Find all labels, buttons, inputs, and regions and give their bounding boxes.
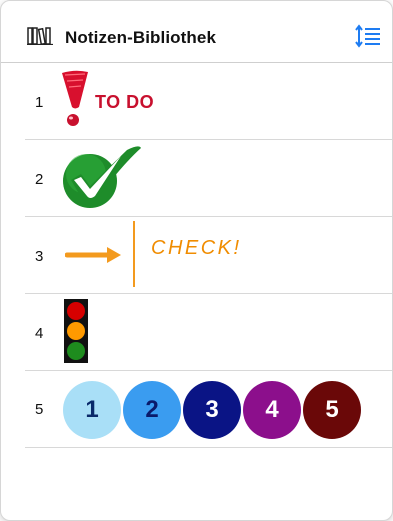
sort-list-icon[interactable] [355,23,381,49]
check-label: CHECK! [151,237,242,259]
row-number: 2 [35,171,44,188]
todo-label: TO DO [95,92,155,112]
list-item-5[interactable]: 5 1 2 3 4 5 [1,371,392,448]
number-circle-5: 5 [303,381,361,439]
exclamation-icon [62,70,88,126]
header-bar: Notizen-Bibliothek [1,1,392,63]
row-number: 4 [35,325,44,342]
arrow-right-icon [65,247,121,263]
page-title: Notizen-Bibliothek [65,28,217,47]
row-number: 5 [35,401,44,418]
number-circle-2: 2 [123,381,181,439]
row-divider [25,447,392,448]
vertical-divider-line [133,221,135,287]
traffic-light-icon [64,299,88,363]
books-icon [27,27,53,45]
row-number: 3 [35,248,44,265]
number-circle-1: 1 [63,381,121,439]
list-item-2[interactable]: 2 [1,140,392,217]
checkmark-icon [63,146,141,208]
row-number: 1 [35,94,44,111]
number-circle-3: 3 [183,381,241,439]
notes-library-panel: Notizen-Bibliothek 1 TO DO 2 3 CHECK! 4 … [0,0,393,521]
list-item-1[interactable]: 1 TO DO [1,63,392,140]
list-item-4[interactable]: 4 [1,294,392,371]
number-circle-4: 4 [243,381,301,439]
list-item-3[interactable]: 3 CHECK! [1,217,392,294]
